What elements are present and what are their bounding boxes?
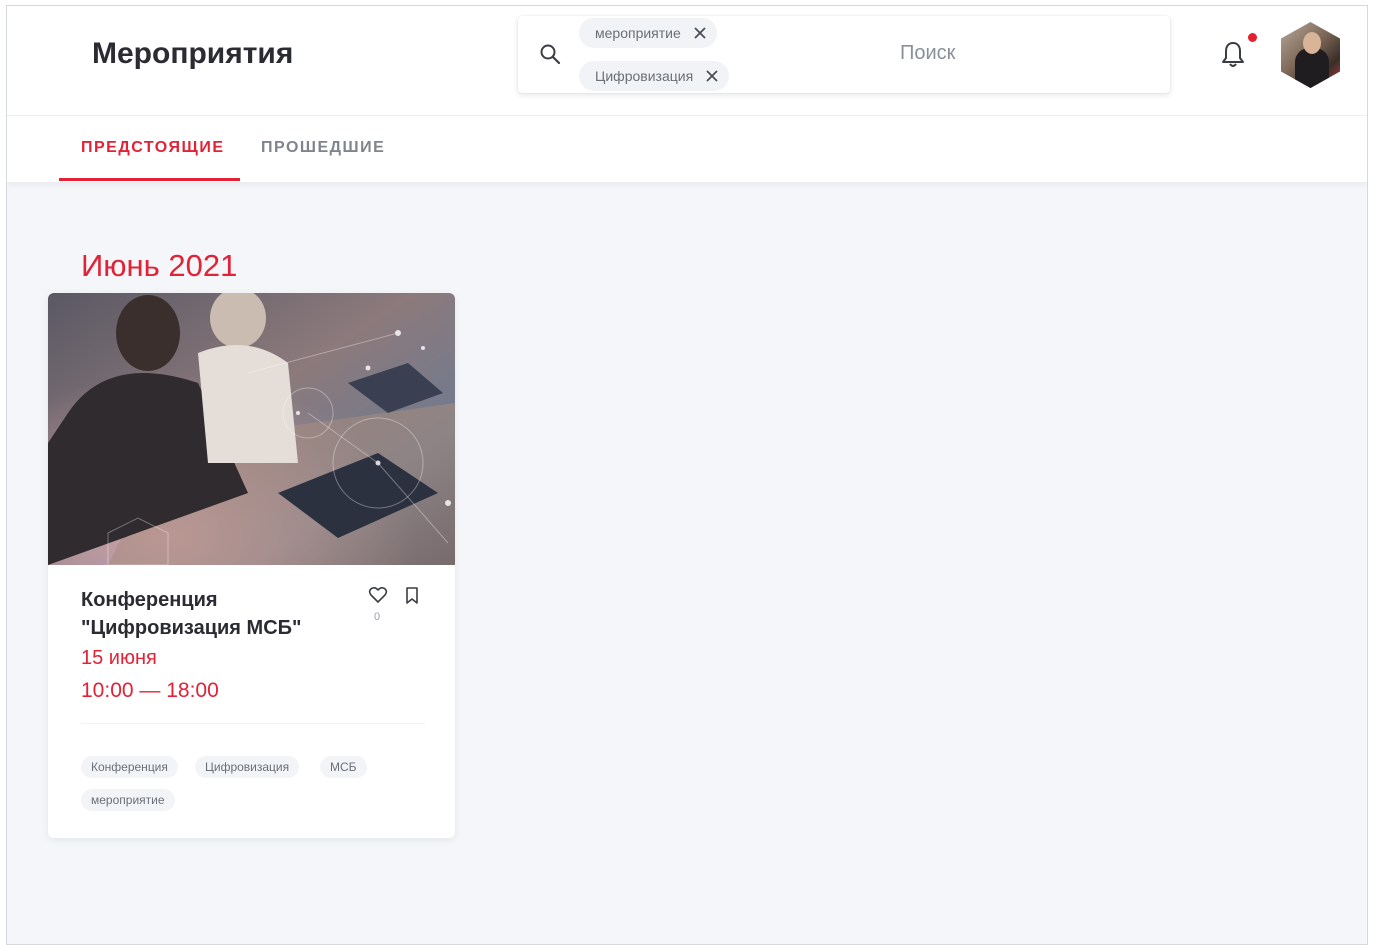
tab-bar: ПРЕДСТОЯЩИЕ ПРОШЕДШИЕ bbox=[7, 116, 1367, 182]
event-tag[interactable]: МСБ bbox=[320, 756, 367, 778]
app-window: Мероприятия мероприятие Цифровизация Пои… bbox=[6, 5, 1368, 945]
header: Мероприятия мероприятие Цифровизация Пои… bbox=[7, 6, 1367, 116]
bell-icon[interactable] bbox=[1220, 39, 1246, 69]
active-tab-indicator bbox=[59, 178, 240, 181]
close-icon[interactable] bbox=[705, 69, 719, 83]
event-image bbox=[48, 293, 455, 565]
search-box[interactable]: мероприятие Цифровизация Поиск bbox=[518, 16, 1170, 93]
event-date: 15 июня bbox=[81, 647, 157, 669]
tab-upcoming[interactable]: ПРЕДСТОЯЩИЕ bbox=[81, 139, 224, 157]
search-icon[interactable] bbox=[538, 42, 562, 66]
event-card[interactable]: Конференция "Цифровизация МСБ" 0 15 июня… bbox=[48, 293, 455, 838]
event-tag[interactable]: Конференция bbox=[81, 756, 178, 778]
chip-label: Цифровизация bbox=[595, 68, 694, 84]
tab-past[interactable]: ПРОШЕДШИЕ bbox=[261, 139, 385, 157]
divider bbox=[81, 723, 425, 724]
event-time: 10:00 — 18:00 bbox=[81, 679, 219, 702]
bookmark-icon[interactable] bbox=[404, 586, 420, 606]
close-icon[interactable] bbox=[693, 26, 707, 40]
chip-label: мероприятие bbox=[595, 25, 681, 41]
search-input[interactable]: Поиск bbox=[900, 42, 955, 65]
search-filter-chip: мероприятие bbox=[579, 18, 717, 48]
notification-badge bbox=[1248, 33, 1257, 42]
search-filter-chip: Цифровизация bbox=[579, 61, 730, 91]
like-count: 0 bbox=[374, 611, 381, 623]
event-tag[interactable]: мероприятие bbox=[81, 789, 175, 811]
event-tag[interactable]: Цифровизация bbox=[195, 756, 300, 778]
event-title[interactable]: Конференция "Цифровизация МСБ" bbox=[81, 586, 351, 642]
month-heading: Июнь 2021 bbox=[81, 248, 238, 283]
page-title: Мероприятия bbox=[92, 37, 294, 70]
avatar[interactable] bbox=[1281, 22, 1340, 88]
heart-icon[interactable] bbox=[368, 585, 388, 605]
